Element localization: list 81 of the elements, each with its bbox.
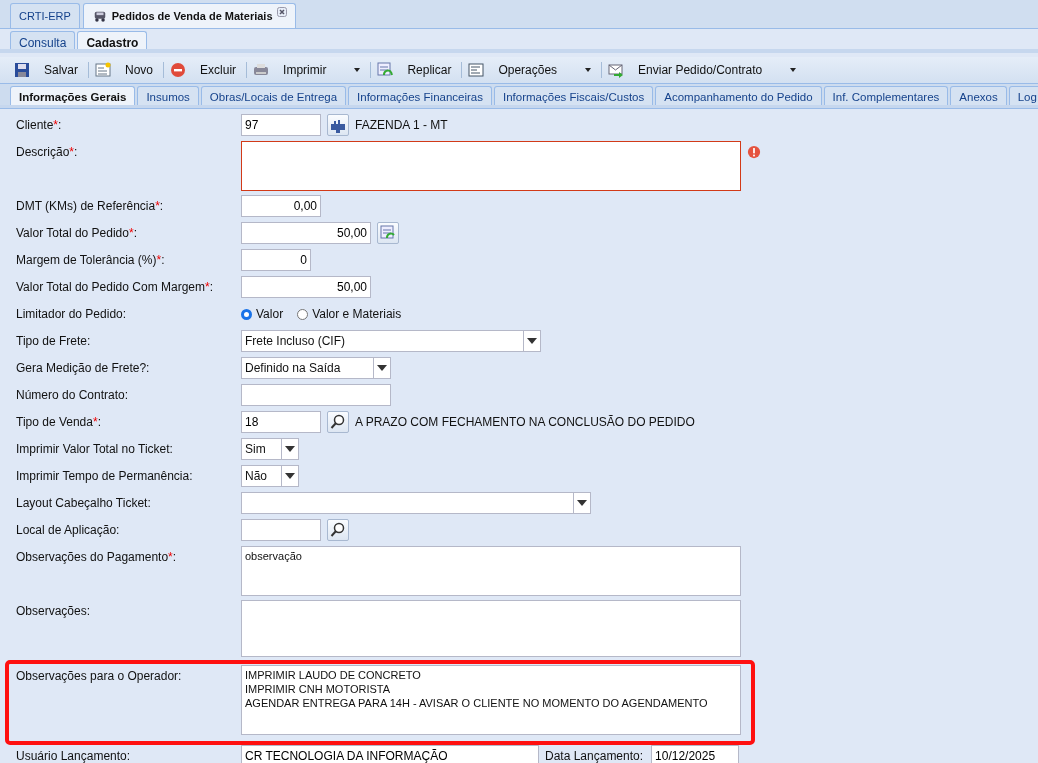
toolbar-button[interactable]: Excluir [168,62,243,78]
field-label: Descrição*: [15,144,79,159]
lookup-description: FAZENDA 1 - MT [355,118,448,132]
caret-icon [285,473,295,479]
radio-icon[interactable] [297,308,309,320]
app-tab[interactable]: CRTI-ERP [10,3,80,28]
list-icon [468,62,485,78]
input-field[interactable]: 10/12/2025 [651,745,740,763]
section-tab[interactable]: Obras/Locais de Entrega [200,86,347,105]
mode-tab[interactable]: Consulta [10,31,76,49]
toolbar-button[interactable]: Novo [93,62,160,78]
field-label: DMT (KMs) de Referência*: [15,198,165,213]
field-label: Número do Contrato: [15,387,130,402]
text-area[interactable]: IMPRIMIR LAUDO DE CONCRETO IMPRIMIR CNH MOTORISTA AGENDAR ENTREGA PARA 14H - AVISAR O CLIENTE NO MOMENTO DO AGENDAMENTO [241,665,741,735]
input-field[interactable] [241,384,391,406]
field-label: Data Lançamento: [544,748,645,763]
section-tab[interactable]: Anexos [950,86,1007,105]
dropdown[interactable]: Frete Incluso (CIF) [241,330,541,352]
dropdown[interactable]: Não [241,465,299,487]
search-button[interactable] [327,411,349,433]
section-tab[interactable]: Informações Financeiras [348,86,492,105]
field-label: Observações: [15,603,92,618]
section-tab[interactable]: Insumos [137,86,199,105]
document-icon [95,62,111,78]
input-field[interactable]: 0,00 [241,195,321,217]
field-label: Limitador do Pedido: [15,306,128,321]
radio-option[interactable]: Valor [241,303,284,325]
input-field[interactable]: 50,00 [241,276,371,298]
delete-icon [170,62,187,78]
input-field[interactable]: 18 [241,411,321,433]
error-icon [747,145,761,159]
caret-icon [285,446,295,452]
toolbar-button[interactable]: Imprimir [251,62,367,78]
field-label: Valor Total do Pedido*: [15,225,138,240]
input-field[interactable]: 50,00 [241,222,371,244]
field-label: Observações do Pagamento*: [15,549,178,564]
field-label: Tipo de Venda*: [15,414,102,429]
printer-icon [253,62,270,78]
input-field[interactable]: CR TECNOLOGIA DA INFORMAÇÃO [241,745,539,763]
field-label: Imprimir Valor Total no Ticket: [15,441,174,456]
toolbar-button[interactable]: Operações [466,62,598,78]
envelope-icon [608,62,625,78]
close-icon[interactable] [276,7,287,17]
caret-icon [577,500,587,506]
section-tab[interactable]: Acompanhamento do Pedido [655,86,822,105]
section-tab[interactable]: Informações Fiscais/Custos [494,86,654,105]
text-area[interactable] [241,141,741,191]
toolbar-button[interactable]: Enviar Pedido/Contrato [606,62,803,78]
input-field[interactable] [241,519,321,541]
toolbar-button[interactable]: Salvar [12,62,84,78]
field-label: Observações para o Operador: [15,668,183,683]
input-field[interactable]: 0 [241,249,311,271]
floppy-icon [14,62,30,78]
section-tab[interactable]: Informações Gerais [10,86,136,105]
field-label: Margem de Tolerância (%)*: [15,252,166,267]
dropdown[interactable]: Definido na Saída [241,357,391,379]
field-label: Usuário Lançamento: [15,748,132,763]
field-label: Cliente*: [15,117,63,132]
field-label: Valor Total do Pedido Com Margem*: [15,279,214,294]
input-field[interactable]: 97 [241,114,321,136]
caret-icon [377,365,387,371]
radio-option[interactable]: Valor e Materiais [297,303,402,325]
lookup-description: A PRAZO COM FECHAMENTO NA CONCLUSÃO DO PEDIDO [355,415,695,429]
toolbar-button[interactable]: Replicar [375,62,458,78]
mode-tab[interactable]: Cadastro [77,31,148,49]
text-area[interactable]: observação [241,546,741,596]
dropdown[interactable]: Sim [241,438,299,460]
radio-icon[interactable] [241,308,252,320]
search-button[interactable] [327,519,349,541]
refresh-button[interactable] [377,222,399,244]
table-refresh-icon [377,62,394,78]
caret-icon [527,338,537,344]
app-tab[interactable]: Pedidos de Venda de Materiais [82,3,296,28]
field-label: Imprimir Tempo de Permanência: [15,468,194,483]
field-label: Local de Aplicação: [15,522,121,537]
section-tab[interactable]: Log [1008,86,1038,105]
field-label: Layout Cabeçalho Ticket: [15,495,152,510]
lookup-button[interactable] [327,114,349,136]
section-tab[interactable]: Inf. Complementares [823,86,949,105]
field-label: Gera Medição de Frete?: [15,360,151,375]
field-label: Tipo de Frete: [15,333,92,348]
